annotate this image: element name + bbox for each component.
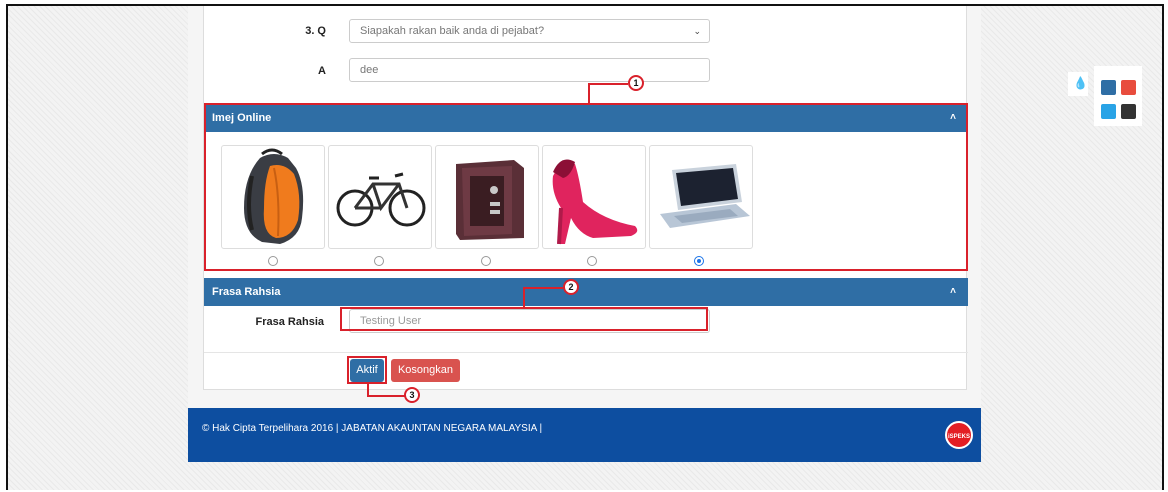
annotation-box-aktif: [347, 356, 387, 384]
frasa-rahsia-panel-header[interactable]: Frasa Rahsia ˄: [204, 278, 968, 306]
answer-label: A: [318, 65, 326, 77]
copyright-text: © Hak Cipta Terpelihara 2016 | JABATAN A…: [202, 423, 543, 434]
page-container: 3. Q Siapakah rakan baik anda di pejabat…: [188, 6, 981, 462]
callout-marker-1: 1: [628, 75, 644, 91]
callout-marker-2: 2: [563, 279, 579, 295]
droplet-icon: 💧: [1073, 76, 1088, 90]
theme-swatch-dark[interactable]: [1121, 104, 1136, 119]
annotation-box-image-panel: [204, 103, 968, 271]
callout-line-2: [523, 287, 525, 307]
security-answer-input[interactable]: dee: [349, 58, 710, 82]
theme-swatch-lightblue[interactable]: [1101, 104, 1116, 119]
security-answer-value: dee: [360, 64, 379, 76]
callout-line-1b: [588, 83, 628, 85]
chevron-down-icon: ⌄: [693, 26, 701, 36]
security-question-value: Siapakah rakan baik anda di pejabat?: [360, 25, 545, 37]
theme-swatch-red[interactable]: [1121, 80, 1136, 95]
theme-swatch-blue[interactable]: [1101, 80, 1116, 95]
kosongkan-button[interactable]: Kosongkan: [391, 359, 460, 382]
callout-marker-3: 3: [404, 387, 420, 403]
annotation-box-frasa-input: [340, 307, 708, 331]
ispeks-logo: iSPEKS: [945, 421, 973, 449]
divider: [204, 352, 968, 353]
frasa-rahsia-label: Frasa Rahsia: [255, 316, 324, 328]
callout-line-2b: [523, 287, 563, 289]
browser-viewport: 3. Q Siapakah rakan baik anda di pejabat…: [6, 4, 1164, 490]
security-question-select[interactable]: Siapakah rakan baik anda di pejabat? ⌄: [349, 19, 710, 43]
question-label: 3. Q: [305, 25, 326, 37]
theme-swatch-panel: [1094, 66, 1142, 126]
page-footer: © Hak Cipta Terpelihara 2016 | JABATAN A…: [188, 408, 981, 462]
theme-toggle-button[interactable]: 💧: [1068, 72, 1088, 96]
callout-line-1: [588, 83, 590, 103]
callout-line-3b: [367, 395, 405, 397]
chevron-up-icon[interactable]: ˄: [950, 278, 956, 306]
frasa-rahsia-title: Frasa Rahsia: [212, 286, 281, 298]
